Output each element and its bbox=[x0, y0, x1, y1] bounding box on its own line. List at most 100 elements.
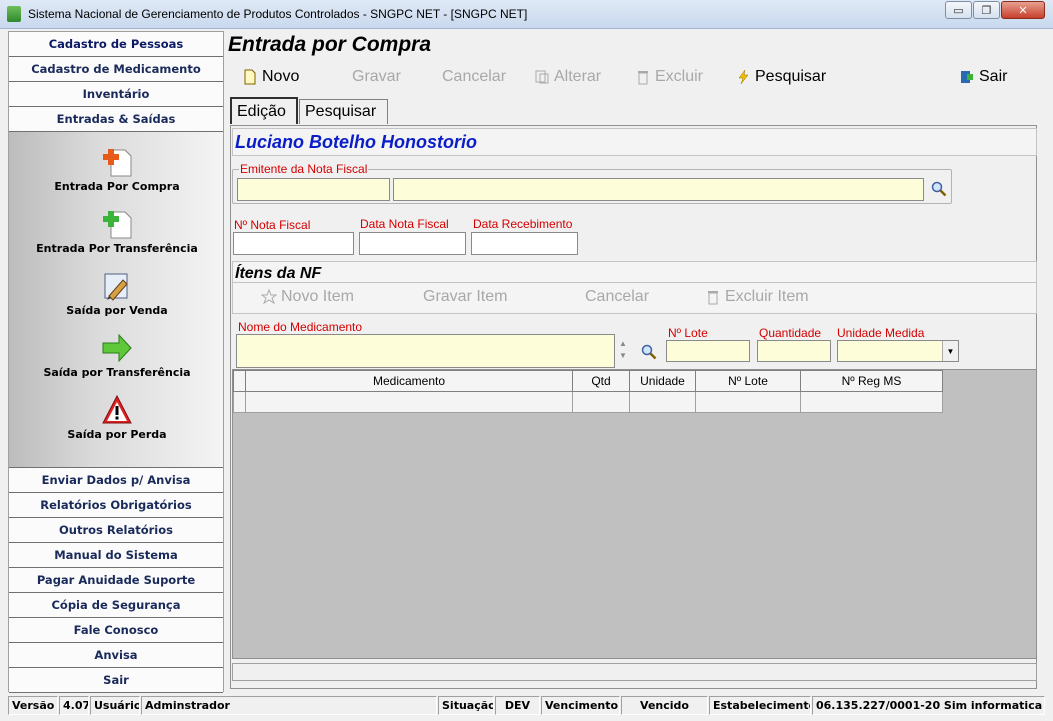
data-nota-label: Data Nota Fiscal bbox=[359, 217, 450, 231]
edit-panel: Luciano Botelho Honostorio Emitente da N… bbox=[230, 125, 1037, 689]
trash-icon bbox=[635, 69, 651, 85]
column-reg-ms[interactable]: Nº Reg MS bbox=[800, 370, 943, 392]
tab-edicao[interactable]: Edição bbox=[230, 97, 298, 124]
spin-arrows-icon[interactable]: ▲ ▼ bbox=[619, 338, 627, 362]
sidebar-item-fale-conosco[interactable]: Fale Conosco bbox=[9, 618, 223, 643]
situacao-label: Situação bbox=[438, 696, 494, 715]
gravar-item-button[interactable]: Gravar Item bbox=[423, 288, 507, 306]
sidebar-subitem-saida-venda[interactable]: Saída por Venda bbox=[9, 270, 225, 317]
pesquisar-button[interactable]: Pesquisar bbox=[735, 68, 826, 86]
alterar-button[interactable]: Alterar bbox=[534, 68, 601, 86]
data-recebimento-input[interactable] bbox=[471, 232, 578, 255]
emitente-name-input[interactable] bbox=[393, 178, 924, 201]
lote-label: Nº Lote bbox=[667, 326, 709, 340]
add-green-document-icon bbox=[101, 208, 133, 240]
column-qtd[interactable]: Qtd bbox=[572, 370, 630, 392]
sidebar-subitem-label: Saída por Perda bbox=[67, 428, 167, 441]
sair-label: Sair bbox=[979, 68, 1008, 85]
nota-fiscal-label: Nº Nota Fiscal bbox=[233, 218, 312, 232]
green-arrow-icon bbox=[101, 332, 133, 364]
sidebar-item-backup[interactable]: Cópia de Segurança bbox=[9, 593, 223, 618]
lote-input[interactable] bbox=[666, 340, 750, 362]
emitente-legend: Emitente da Nota Fiscal bbox=[239, 162, 369, 176]
table-cell[interactable] bbox=[572, 391, 630, 413]
excluir-item-button[interactable]: Excluir Item bbox=[705, 288, 809, 306]
novo-button[interactable]: Novo bbox=[242, 68, 299, 86]
quantidade-input[interactable] bbox=[757, 340, 831, 362]
sidebar-item-manual[interactable]: Manual do Sistema bbox=[9, 543, 223, 568]
cancelar-item-label: Cancelar bbox=[585, 288, 650, 305]
column-medicamento[interactable]: Medicamento bbox=[245, 370, 573, 392]
table-cell[interactable] bbox=[245, 391, 573, 413]
estabelecimento-label: Estabelecimento bbox=[709, 696, 811, 715]
sidebar-subitem-saida-perda[interactable]: Saída por Perda bbox=[9, 394, 225, 441]
sidebar-item-anuidade[interactable]: Pagar Anuidade Suporte bbox=[9, 568, 223, 593]
items-grid: Medicamento Qtd Unidade Nº Lote Nº Reg M… bbox=[232, 369, 1037, 659]
versao-label: Versão bbox=[8, 696, 58, 715]
search-icon[interactable] bbox=[931, 181, 947, 200]
cancelar-button[interactable]: Cancelar bbox=[432, 68, 506, 86]
sidebar-subitem-saida-transferencia[interactable]: Saída por Transferência bbox=[9, 332, 225, 379]
cancelar-item-button[interactable]: Cancelar bbox=[585, 288, 649, 306]
items-table: Medicamento Qtd Unidade Nº Lote Nº Reg M… bbox=[233, 370, 943, 413]
sidebar-item-anvisa[interactable]: Anvisa bbox=[9, 643, 223, 668]
lightning-icon bbox=[735, 69, 751, 85]
table-cell[interactable] bbox=[800, 391, 943, 413]
versao-value: 4.07 bbox=[59, 696, 89, 715]
alterar-label: Alterar bbox=[554, 68, 602, 85]
vencimento-label: Vencimento bbox=[541, 696, 620, 715]
title-bar: Sistema Nacional de Gerenciamento de Pro… bbox=[0, 0, 1053, 29]
page-title: Entrada por Compra bbox=[228, 33, 432, 56]
window-title: Sistema Nacional de Gerenciamento de Pro… bbox=[28, 7, 528, 21]
nota-fiscal-input[interactable] bbox=[233, 232, 354, 255]
nome-medicamento-input[interactable] bbox=[236, 334, 615, 368]
sidebar-item-enviar-anvisa[interactable]: Enviar Dados p/ Anvisa bbox=[9, 468, 223, 493]
exit-icon bbox=[959, 69, 975, 85]
data-nota-input[interactable] bbox=[359, 232, 466, 255]
sair-button[interactable]: Sair bbox=[959, 68, 1007, 86]
nome-medicamento-label: Nome do Medicamento bbox=[237, 320, 364, 334]
close-button[interactable]: ✕ bbox=[1001, 1, 1045, 19]
minimize-button[interactable]: ▭ bbox=[945, 1, 972, 19]
quantidade-label: Quantidade bbox=[758, 326, 823, 340]
unidade-medida-select[interactable]: ▼ bbox=[837, 340, 959, 362]
sidebar-item-entradas-saidas[interactable]: Entradas & Saídas bbox=[9, 107, 223, 132]
sidebar-item-outros-relatorios[interactable]: Outros Relatórios bbox=[9, 518, 223, 543]
excluir-item-label: Excluir Item bbox=[725, 288, 809, 305]
novo-label: Novo bbox=[262, 68, 300, 85]
sidebar: Cadastro de Pessoas Cadastro de Medicame… bbox=[8, 31, 224, 693]
tab-pesquisar[interactable]: Pesquisar bbox=[299, 99, 388, 124]
excluir-label: Excluir bbox=[655, 68, 704, 85]
person-name: Luciano Botelho Honostorio bbox=[235, 132, 477, 152]
sidebar-submenu: Entrada Por Compra Entrada Por Transferê… bbox=[9, 132, 223, 468]
table-cell[interactable] bbox=[629, 391, 696, 413]
sidebar-item-inventario[interactable]: Inventário bbox=[9, 82, 223, 107]
sidebar-item-cadastro-medicamento[interactable]: Cadastro de Medicamento bbox=[9, 57, 223, 82]
status-bar: Versão 4.07 Usuário Adminstrador Situaçã… bbox=[0, 694, 1053, 721]
horizontal-scrollbar[interactable] bbox=[232, 663, 1037, 681]
new-document-icon bbox=[242, 69, 258, 85]
gravar-item-label: Gravar Item bbox=[423, 288, 508, 305]
table-row[interactable] bbox=[233, 391, 943, 413]
sidebar-item-relatorios-obrigatorios[interactable]: Relatórios Obrigatórios bbox=[9, 493, 223, 518]
sidebar-item-sair[interactable]: Sair bbox=[9, 668, 223, 693]
items-toolbar: Novo Item Gravar Item Cancelar Excluir I… bbox=[232, 282, 1037, 314]
gravar-button[interactable]: Gravar bbox=[342, 68, 401, 86]
sidebar-subitem-label: Entrada Por Transferência bbox=[36, 242, 198, 255]
chevron-down-icon[interactable]: ▼ bbox=[942, 341, 958, 361]
column-lote[interactable]: Nº Lote bbox=[695, 370, 801, 392]
sidebar-subitem-entrada-compra[interactable]: Entrada Por Compra bbox=[9, 146, 225, 193]
table-cell[interactable] bbox=[695, 391, 801, 413]
column-unidade[interactable]: Unidade bbox=[629, 370, 696, 392]
maximize-button[interactable]: ❐ bbox=[973, 1, 1000, 19]
excluir-button[interactable]: Excluir bbox=[635, 68, 703, 86]
row-indicator-header bbox=[233, 370, 246, 392]
emitente-code-input[interactable] bbox=[237, 178, 390, 201]
sidebar-item-cadastro-pessoas[interactable]: Cadastro de Pessoas bbox=[9, 32, 223, 57]
sidebar-subitem-entrada-transferencia[interactable]: Entrada Por Transferência bbox=[9, 208, 225, 255]
sidebar-subitem-label: Entrada Por Compra bbox=[54, 180, 180, 193]
search-icon[interactable] bbox=[641, 344, 657, 363]
novo-item-button[interactable]: Novo Item bbox=[260, 288, 354, 306]
cancelar-label: Cancelar bbox=[442, 68, 507, 85]
table-header-row: Medicamento Qtd Unidade Nº Lote Nº Reg M… bbox=[233, 370, 943, 392]
